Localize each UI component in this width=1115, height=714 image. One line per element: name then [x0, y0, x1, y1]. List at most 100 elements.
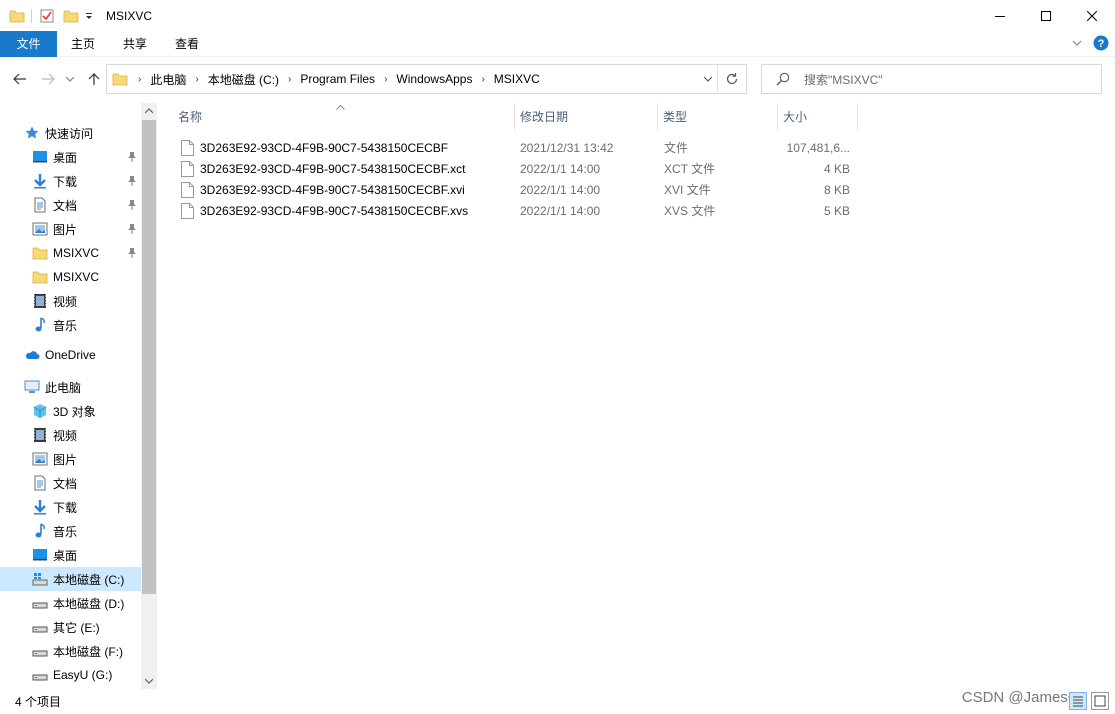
help-icon[interactable]: ?: [1093, 35, 1109, 54]
chevron-right-icon[interactable]: ›: [384, 74, 387, 85]
sidebar-item-documents-pc[interactable]: 文档: [0, 471, 141, 495]
column-header-type[interactable]: 类型: [658, 103, 778, 130]
sidebar-item-music-pc[interactable]: 音乐: [0, 519, 141, 543]
file-icon: [181, 181, 194, 198]
sidebar-item-label: 桌面: [53, 150, 78, 165]
chevron-right-icon[interactable]: ›: [481, 74, 484, 85]
status-bar: 4 个项目: [0, 689, 1115, 714]
file-icon: [181, 139, 194, 156]
pin-icon[interactable]: [127, 247, 137, 262]
sidebar-item-videos-pc[interactable]: 视频: [0, 423, 141, 447]
scroll-up-icon[interactable]: [141, 103, 157, 119]
refresh-button[interactable]: [718, 65, 746, 93]
sidebar-item-label: 音乐: [53, 524, 78, 539]
sidebar-item-videos[interactable]: 视频: [0, 289, 141, 313]
chevron-right-icon[interactable]: ›: [195, 74, 198, 85]
sidebar-item-pictures-pc[interactable]: 图片: [0, 447, 141, 471]
table-row[interactable]: 3D263E92-93CD-4F9B-90C7-5438150CECBF.xct…: [175, 158, 860, 179]
drive-icon: [32, 643, 48, 659]
sidebar-item-documents[interactable]: 文档: [0, 193, 141, 217]
pin-icon[interactable]: [127, 151, 137, 166]
sidebar-item-label: 快速访问: [45, 126, 94, 141]
sidebar-item-pictures[interactable]: 图片: [0, 217, 141, 241]
table-row[interactable]: 3D263E92-93CD-4F9B-90C7-5438150CECBF.xvi…: [175, 179, 860, 200]
breadcrumb-this-pc[interactable]: 此电脑: [150, 71, 186, 88]
address-history-dropdown[interactable]: [698, 65, 718, 93]
breadcrumb-windowsapps[interactable]: WindowsApps: [396, 72, 472, 86]
tab-file[interactable]: 文件: [0, 30, 57, 57]
scroll-down-icon[interactable]: [141, 673, 157, 689]
folder-icon: [112, 71, 128, 87]
new-folder-icon[interactable]: [63, 8, 79, 24]
details-view-button[interactable]: [1069, 692, 1087, 710]
folder-icon: [32, 245, 48, 261]
sidebar-item-downloads[interactable]: 下载: [0, 169, 141, 193]
file-icon: [181, 160, 194, 177]
sidebar-item-downloads-pc[interactable]: 下载: [0, 495, 141, 519]
chevron-right-icon[interactable]: ›: [138, 74, 141, 85]
breadcrumb-msixvc[interactable]: MSIXVC: [494, 72, 540, 86]
file-size: 8 KB: [823, 182, 850, 197]
sidebar-item-label: 下载: [53, 174, 78, 189]
column-header-name[interactable]: 名称: [173, 103, 515, 130]
large-icons-view-button[interactable]: [1091, 692, 1109, 710]
sidebar-item-this-pc[interactable]: 此电脑: [0, 375, 141, 399]
close-button[interactable]: [1069, 0, 1115, 31]
maximize-button[interactable]: [1023, 0, 1069, 31]
column-header-size[interactable]: 大小: [778, 103, 858, 130]
sidebar-item-drive-f[interactable]: 本地磁盘 (F:): [0, 639, 141, 663]
sidebar-item-msixvc-pinned[interactable]: MSIXVC: [0, 241, 141, 265]
cloud-icon: [24, 347, 40, 363]
file-type: 文件: [664, 141, 689, 155]
properties-icon[interactable]: [39, 8, 55, 24]
expand-ribbon-icon[interactable]: [1071, 37, 1083, 52]
sidebar-item-drive-c[interactable]: 本地磁盘 (C:): [0, 567, 141, 591]
breadcrumb-program-files[interactable]: Program Files: [300, 72, 375, 86]
document-icon: [32, 197, 48, 213]
window-title: MSIXVC: [106, 8, 153, 23]
sidebar-item-label: MSIXVC: [53, 246, 100, 260]
sidebar-item-music[interactable]: 音乐: [0, 313, 141, 337]
minimize-button[interactable]: [977, 0, 1023, 31]
tab-share[interactable]: 共享: [109, 31, 161, 57]
customize-toolbar-chevron-icon[interactable]: [84, 8, 94, 24]
pin-icon[interactable]: [127, 223, 137, 238]
sidebar-item-desktop[interactable]: 桌面: [0, 145, 141, 169]
pin-icon[interactable]: [127, 199, 137, 214]
sidebar-item-msixvc[interactable]: MSIXVC: [0, 265, 141, 289]
file-type: XCT 文件: [664, 162, 716, 176]
pictures-icon: [32, 221, 48, 237]
scrollbar-thumb[interactable]: [142, 120, 156, 594]
folder-icon[interactable]: [9, 8, 25, 24]
forward-button[interactable]: [38, 69, 58, 89]
3d-objects-icon: [32, 403, 48, 419]
breadcrumb-local-disk-c[interactable]: 本地磁盘 (C:): [208, 71, 279, 88]
tab-view[interactable]: 查看: [161, 31, 213, 57]
sidebar-item-quick-access[interactable]: 快速访问: [24, 121, 141, 145]
column-header-date[interactable]: 修改日期: [515, 103, 658, 130]
chevron-right-icon[interactable]: ›: [288, 74, 291, 85]
sidebar-item-desktop-pc[interactable]: 桌面: [0, 543, 141, 567]
table-row[interactable]: 3D263E92-93CD-4F9B-90C7-5438150CECBF.xvs…: [175, 200, 860, 221]
sidebar-item-onedrive[interactable]: OneDrive: [0, 343, 141, 367]
sidebar-scrollbar[interactable]: [141, 103, 157, 689]
recent-locations-button[interactable]: [63, 69, 77, 89]
sidebar-item-drive-d[interactable]: 本地磁盘 (D:): [0, 591, 141, 615]
pin-icon[interactable]: [127, 175, 137, 190]
sidebar-item-label: 桌面: [53, 548, 78, 563]
pictures-icon: [32, 451, 48, 467]
search-input[interactable]: 搜索"MSIXVC": [804, 71, 883, 88]
sidebar-item-3d-objects[interactable]: 3D 对象: [0, 399, 141, 423]
tab-home[interactable]: 主页: [57, 31, 109, 57]
address-bar[interactable]: › 此电脑 › 本地磁盘 (C:) › Program Files › Wind…: [106, 64, 747, 94]
up-button[interactable]: [84, 69, 104, 89]
file-size: 4 KB: [823, 161, 850, 176]
back-button[interactable]: [10, 69, 30, 89]
table-row[interactable]: 3D263E92-93CD-4F9B-90C7-5438150CECBF 202…: [175, 137, 860, 158]
computer-icon: [24, 379, 40, 395]
drive-icon: [32, 667, 48, 683]
sidebar-item-drive-g[interactable]: EasyU (G:): [0, 663, 141, 687]
sidebar-item-label: 本地磁盘 (D:): [53, 596, 125, 611]
search-box[interactable]: 搜索"MSIXVC": [761, 64, 1102, 94]
sidebar-item-drive-e[interactable]: 其它 (E:): [0, 615, 141, 639]
